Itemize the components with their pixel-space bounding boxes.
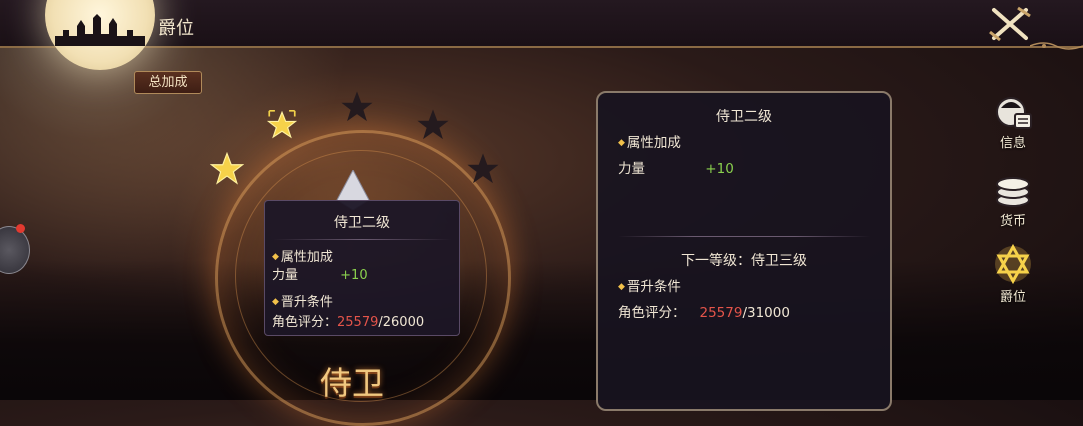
rank-name: 侍卫 bbox=[320, 364, 385, 402]
close-swords-icon[interactable] bbox=[988, 6, 1032, 42]
rank-detail-panel: 侍卫二级 ◆ 属性加成 力量 +10 下一等级：侍卫三级 ◆ 晋升条件 角色评分： 2… bbox=[596, 91, 892, 411]
castle-icon bbox=[55, 14, 145, 46]
star-filled-selected-icon bbox=[266, 109, 298, 139]
score-required: /31000 bbox=[742, 305, 790, 321]
attr-section-heading: ◆ 属性加成 bbox=[272, 250, 333, 265]
star-emblem-icon bbox=[995, 243, 1031, 285]
score-current: 25579 bbox=[699, 305, 743, 321]
score-label: 角色评分： bbox=[618, 305, 686, 321]
diamond-bullet-icon: ◆ bbox=[272, 297, 279, 307]
panel-title: 侍卫二级 bbox=[716, 109, 772, 125]
notification-dot bbox=[16, 224, 25, 233]
attr-row: 力量 +10 bbox=[272, 264, 368, 283]
attr-value: +10 bbox=[340, 268, 368, 283]
rank-tooltip: 侍卫二级 ◆ 属性加成 力量 +10 ◆ 晋升条件 角色评分：25579/26000 bbox=[264, 200, 460, 336]
diamond-bullet-icon: ◆ bbox=[618, 138, 625, 148]
score-row: 角色评分： 25579/31000 bbox=[618, 301, 790, 321]
coins-icon bbox=[996, 177, 1030, 207]
page-title: 爵位 bbox=[158, 18, 194, 39]
info-icon bbox=[996, 97, 1032, 129]
attr-value: +10 bbox=[705, 161, 734, 177]
promote-section-heading: ◆ 晋升条件 bbox=[272, 295, 333, 310]
divider bbox=[273, 239, 451, 240]
sidebar-item-label: 信息 bbox=[999, 136, 1026, 151]
attr-name: 力量 bbox=[272, 268, 299, 283]
total-bonus-button[interactable]: 总加成 bbox=[134, 71, 202, 94]
ornament-flourish bbox=[1030, 42, 1083, 50]
sidebar-item-label: 货币 bbox=[999, 214, 1026, 229]
score-current: 25579 bbox=[337, 315, 379, 330]
promote-section-heading: ◆ 晋升条件 bbox=[618, 279, 681, 295]
attr-row: 力量 +10 bbox=[618, 157, 734, 177]
star-empty-icon bbox=[341, 91, 373, 122]
sidebar-item-info[interactable]: 信息 bbox=[985, 94, 1041, 151]
divider bbox=[618, 236, 870, 237]
tooltip-title: 侍卫二级 bbox=[334, 215, 390, 231]
score-row: 角色评分：25579/26000 bbox=[272, 311, 424, 330]
star-empty-icon bbox=[417, 109, 449, 140]
star-empty-icon bbox=[467, 153, 499, 184]
sidebar-item-label: 爵位 bbox=[999, 290, 1026, 305]
sidebar-item-rank[interactable]: 爵位 bbox=[985, 243, 1041, 305]
next-level-title: 下一等级：侍卫三级 bbox=[681, 253, 807, 269]
attr-section-heading: ◆ 属性加成 bbox=[618, 135, 681, 151]
attr-name: 力量 bbox=[618, 161, 645, 177]
diamond-bullet-icon: ◆ bbox=[272, 252, 279, 262]
star-filled-icon bbox=[210, 152, 244, 185]
sidebar-item-currency[interactable]: 货币 bbox=[985, 172, 1041, 229]
score-label: 角色评分： bbox=[272, 315, 338, 330]
diamond-bullet-icon: ◆ bbox=[618, 282, 625, 292]
score-required: /26000 bbox=[378, 315, 425, 330]
ground-shadow bbox=[0, 260, 1083, 400]
